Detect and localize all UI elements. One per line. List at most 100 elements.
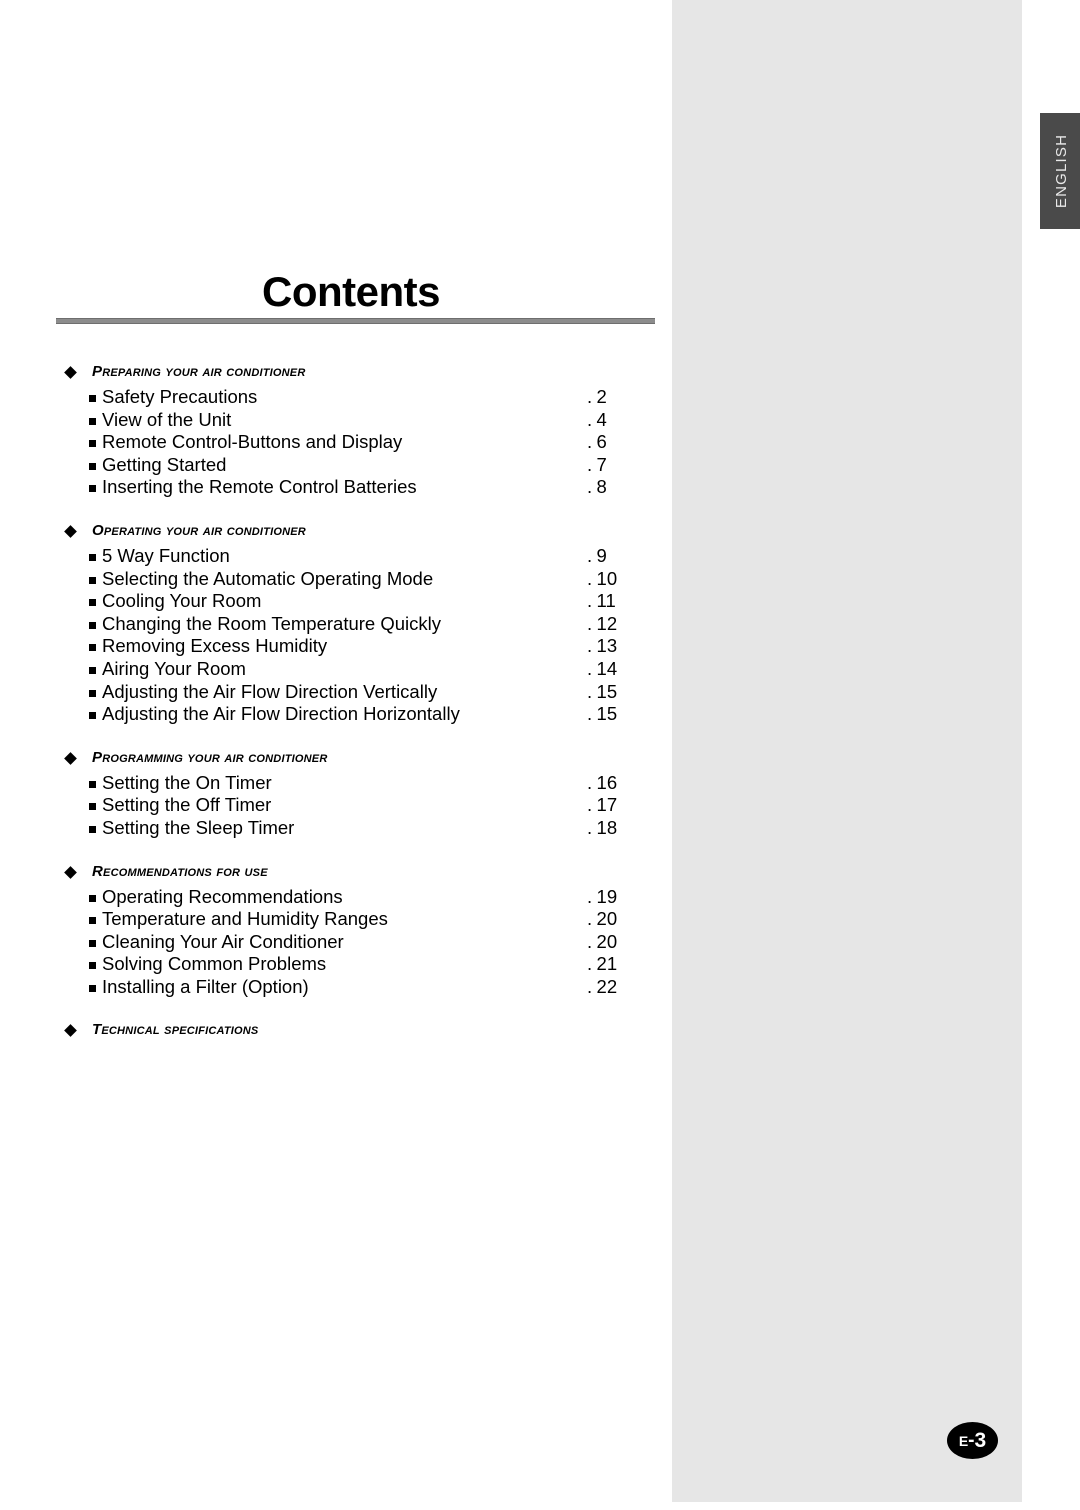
toc-entry-page-number: .13 <box>583 635 672 658</box>
toc-entry[interactable]: ........................................… <box>0 635 672 658</box>
table-of-contents: Preparing your air conditioner..........… <box>0 362 672 1058</box>
toc-entry[interactable]: ........................................… <box>0 885 672 909</box>
toc-entry[interactable]: ........................................… <box>0 771 672 795</box>
page-number-value: 7 <box>596 453 607 475</box>
toc-entry[interactable]: ........................................… <box>0 386 672 409</box>
square-bullet-icon <box>89 825 96 833</box>
square-bullet-icon <box>89 553 96 561</box>
toc-section: Preparing your air conditioner..........… <box>0 362 672 499</box>
toc-entry[interactable]: ........................................… <box>0 567 672 591</box>
square-bullet-icon <box>89 689 96 697</box>
toc-entry-page-number: .12 <box>583 612 672 636</box>
toc-entry-page-number: .11 <box>583 590 672 613</box>
language-tab-english: ENGLISH <box>1040 113 1080 229</box>
toc-entry[interactable]: ........................................… <box>0 975 672 999</box>
page-number-lead-dot: . <box>587 908 597 930</box>
toc-entry[interactable]: ........................................… <box>0 703 672 726</box>
square-bullet-icon <box>89 984 96 992</box>
square-bullet-icon <box>89 962 96 970</box>
toc-section: Technical specifications <box>0 1020 672 1040</box>
page-number-lead-dot: . <box>587 476 597 498</box>
page-number-lead-dot: . <box>587 657 597 679</box>
page-number-lead-dot: . <box>587 794 597 816</box>
toc-entry[interactable]: ........................................… <box>0 794 672 817</box>
toc-entry[interactable]: ........................................… <box>0 431 672 454</box>
page-number-badge: E-3 <box>947 1422 998 1459</box>
toc-entry-page-number: .20 <box>583 930 672 954</box>
toc-entry-title: View of the Unit <box>102 408 239 430</box>
toc-entry-page-number: .8 <box>583 476 672 499</box>
toc-section-heading: Technical specifications <box>0 1020 672 1040</box>
toc-entry[interactable]: ........................................… <box>0 930 672 954</box>
toc-entry[interactable]: ........................................… <box>0 680 672 704</box>
page-number-value: 9 <box>596 544 607 566</box>
square-bullet-icon <box>89 666 96 674</box>
toc-entry-page-number: .7 <box>583 453 672 477</box>
toc-entry[interactable]: ........................................… <box>0 476 672 499</box>
diamond-bullet-icon <box>64 865 77 879</box>
toc-entry-title: Adjusting the Air Flow Direction Horizon… <box>102 703 467 725</box>
toc-entry[interactable]: ........................................… <box>0 612 672 636</box>
toc-section-heading-label: Preparing your air conditioner <box>92 363 306 380</box>
page-number-lead-dot: . <box>587 680 597 702</box>
page-badge-prefix: E <box>958 1432 969 1449</box>
toc-entry[interactable]: ........................................… <box>0 453 672 477</box>
title-divider <box>56 318 655 324</box>
toc-entry-page-number: .6 <box>583 431 672 454</box>
page-number-value: 19 <box>596 885 618 907</box>
toc-entry-title: Selecting the Automatic Operating Mode <box>102 567 441 589</box>
toc-entry[interactable]: ........................................… <box>0 816 672 840</box>
toc-entry-page-number: .18 <box>583 816 672 840</box>
toc-entry-title: Adjusting the Air Flow Direction Vertica… <box>102 680 445 702</box>
toc-entry-page-number: .17 <box>583 794 672 817</box>
page-number-value: 2 <box>596 386 607 407</box>
diamond-bullet-icon <box>64 1024 77 1038</box>
toc-entry[interactable]: ........................................… <box>0 908 672 931</box>
square-bullet-icon <box>89 621 96 629</box>
toc-entry[interactable]: ........................................… <box>0 657 672 681</box>
square-bullet-icon <box>89 644 96 652</box>
toc-section-heading: Recommendations for use <box>0 862 672 882</box>
toc-entry[interactable]: ........................................… <box>0 953 672 976</box>
toc-entry-page-number: .14 <box>583 657 672 681</box>
toc-entry-page-number: .9 <box>583 544 672 568</box>
toc-entry[interactable]: ........................................… <box>0 408 672 432</box>
toc-entry-title: Changing the Room Temperature Quickly <box>102 612 448 634</box>
toc-entry[interactable]: ........................................… <box>0 544 672 568</box>
toc-entry-title: Getting Started <box>102 453 234 475</box>
page-number-value: 21 <box>596 953 618 975</box>
page-number-lead-dot: . <box>587 453 597 475</box>
page-number-lead-dot: . <box>587 386 597 407</box>
square-bullet-icon <box>89 780 96 788</box>
page-number-value: 16 <box>596 771 618 793</box>
toc-entry-title: Setting the Off Timer <box>102 794 279 816</box>
right-margin-panel <box>672 0 1022 1502</box>
page-number-lead-dot: . <box>587 567 597 589</box>
page-number-lead-dot: . <box>587 544 597 566</box>
toc-entry-page-number: .15 <box>583 703 672 726</box>
toc-entry-page-number: .10 <box>583 567 672 591</box>
page-number-lead-dot: . <box>587 816 597 838</box>
square-bullet-icon <box>89 939 96 947</box>
toc-entry-page-number: .2 <box>583 386 672 409</box>
page-number-value: 13 <box>596 635 618 657</box>
toc-section-heading-label: Technical specifications <box>92 1021 259 1039</box>
toc-section-heading: Operating your air conditioner <box>0 521 672 541</box>
language-tab-label: ENGLISH <box>1053 133 1070 209</box>
toc-entry-title: Airing Your Room <box>102 657 253 679</box>
toc-section: Operating your air conditioner..........… <box>0 521 672 726</box>
toc-entry[interactable]: ........................................… <box>0 590 672 613</box>
page-number-value: 22 <box>596 975 618 997</box>
toc-entry-title: Setting the Sleep Timer <box>102 816 302 838</box>
page-number-value: 15 <box>596 703 618 725</box>
page-number-lead-dot: . <box>587 953 597 975</box>
square-bullet-icon <box>89 440 96 448</box>
page-content: Contents Preparing your air conditioner.… <box>0 0 672 1510</box>
page-number-value: 8 <box>596 476 607 498</box>
toc-entry-page-number: .15 <box>583 680 672 704</box>
toc-entry-title: Removing Excess Humidity <box>102 635 335 657</box>
toc-entry-title: Cooling Your Room <box>102 590 269 612</box>
page-number-lead-dot: . <box>587 885 597 907</box>
toc-entry-title: 5 Way Function <box>102 544 237 566</box>
page-number-value: 11 <box>596 590 616 612</box>
